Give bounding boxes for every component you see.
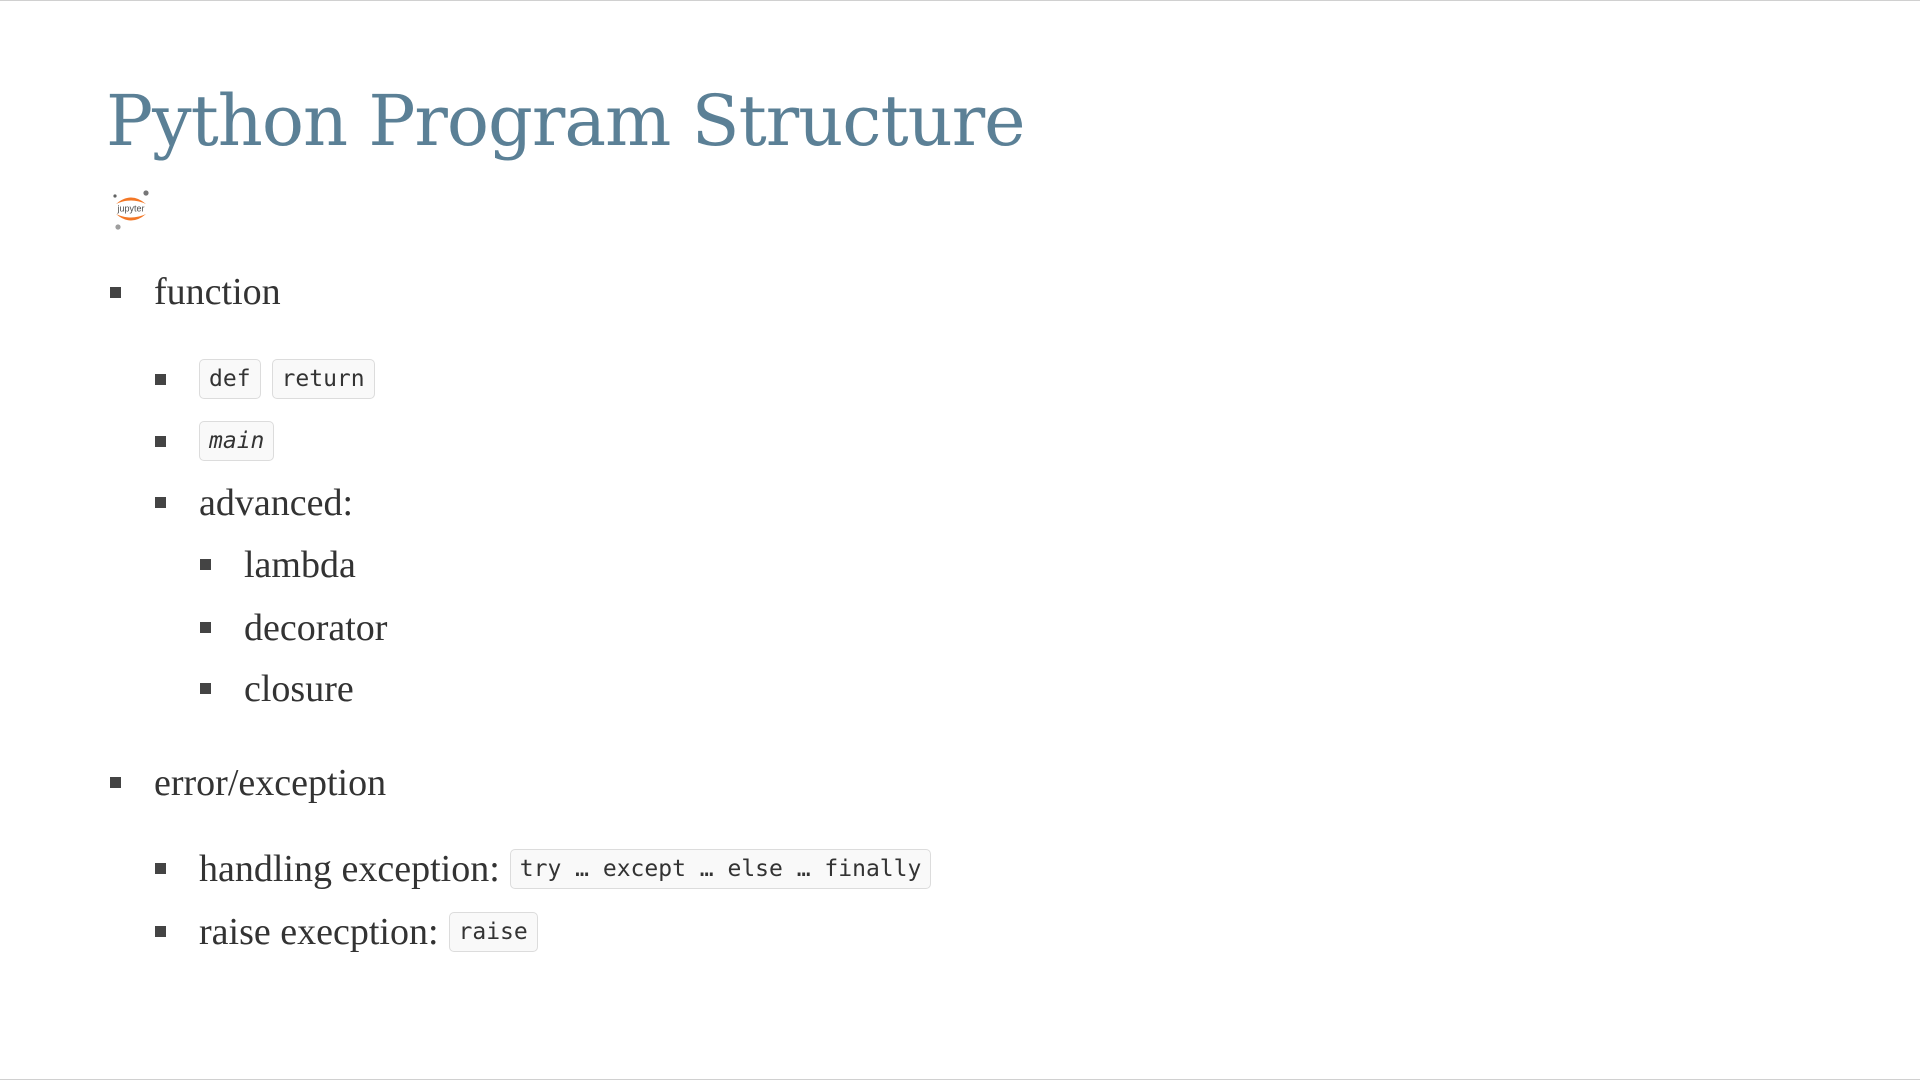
bullet-marker bbox=[110, 777, 121, 788]
code-def: def bbox=[199, 359, 261, 399]
list-item-label: lambda bbox=[244, 544, 356, 586]
slide-title: Python Program Structure bbox=[106, 80, 1026, 162]
list-item-def-return: def return bbox=[199, 359, 386, 399]
bullet-marker bbox=[200, 559, 211, 570]
jupyter-logo-icon: jupyter bbox=[113, 190, 149, 230]
code-raise: raise bbox=[448, 912, 538, 952]
list-item-main: main bbox=[199, 421, 285, 461]
slide: Python Program Structure jupyter functio… bbox=[0, 0, 1920, 1080]
code-return: return bbox=[271, 359, 375, 399]
svg-text:jupyter: jupyter bbox=[116, 204, 144, 214]
bullet-marker bbox=[155, 436, 166, 447]
list-item-label: closure bbox=[244, 668, 354, 710]
list-item-label: decorator bbox=[244, 607, 388, 649]
bullet-marker bbox=[200, 683, 211, 694]
bullet-marker bbox=[155, 497, 166, 508]
list-item-label: error/exception bbox=[154, 762, 387, 804]
list-item-advanced: advanced: bbox=[199, 478, 353, 528]
list-item-decorator: decorator bbox=[244, 603, 387, 653]
list-item-label: function bbox=[154, 271, 281, 313]
bullet-marker bbox=[155, 374, 166, 385]
list-item-raise-exception: raise execption: raise bbox=[199, 907, 549, 957]
list-item-handling-exception: handling exception: try … except … else … bbox=[199, 844, 942, 894]
list-item-label: handling exception: bbox=[199, 848, 500, 890]
list-item-closure: closure bbox=[244, 664, 354, 714]
bullet-marker bbox=[110, 287, 121, 298]
code-main: main bbox=[199, 421, 275, 461]
list-item-label: advanced: bbox=[199, 482, 354, 524]
code-try-except: try … except … else … finally bbox=[509, 849, 932, 889]
list-item-error-exception: error/exception bbox=[154, 758, 386, 808]
list-item-label: raise execption: bbox=[199, 911, 439, 953]
bullet-marker bbox=[155, 926, 166, 937]
list-item-function: function bbox=[154, 267, 281, 317]
bullet-marker bbox=[200, 622, 211, 633]
bullet-marker bbox=[155, 863, 166, 874]
list-item-lambda: lambda bbox=[244, 540, 356, 590]
